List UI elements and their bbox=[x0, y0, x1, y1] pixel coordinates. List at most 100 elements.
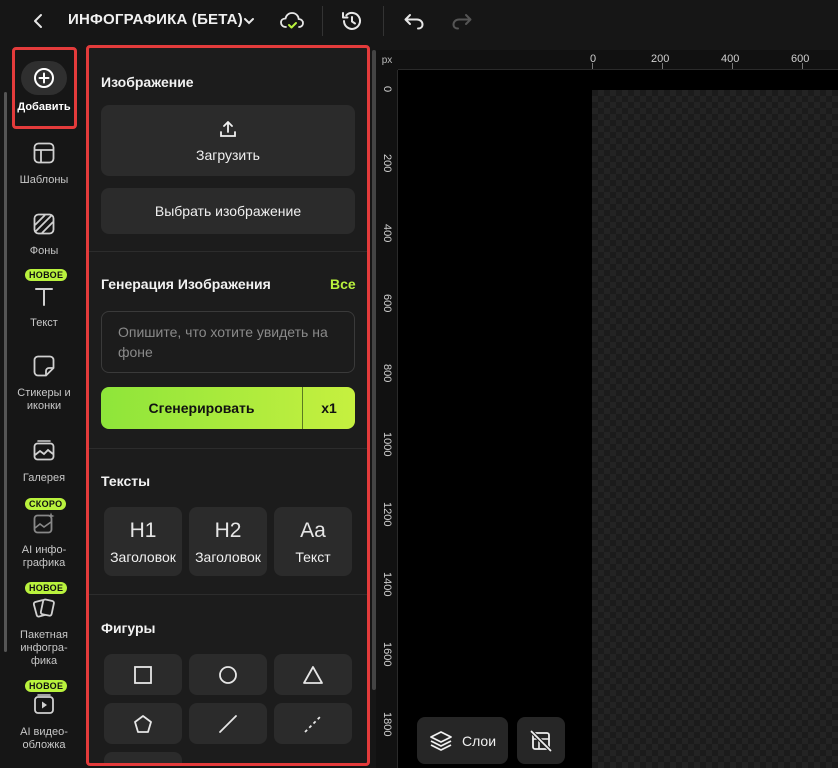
history-icon bbox=[342, 11, 361, 30]
shape-triangle-button[interactable] bbox=[274, 654, 352, 695]
batch-cards-icon bbox=[29, 593, 59, 623]
ruler-label: 400 bbox=[381, 224, 393, 243]
redo-button[interactable] bbox=[448, 9, 476, 33]
cloud-save-button[interactable] bbox=[278, 8, 306, 34]
pentagon-icon bbox=[134, 714, 152, 733]
pattern-icon bbox=[29, 209, 59, 239]
sidebar-item-templates[interactable]: Шаблоны bbox=[12, 138, 76, 187]
upload-label: Загрузить bbox=[196, 146, 260, 163]
ruler-tick bbox=[662, 63, 663, 69]
undo-icon bbox=[404, 14, 424, 30]
ruler-label: 600 bbox=[381, 294, 393, 313]
sidebar-item-label: Галерея bbox=[22, 472, 66, 484]
prompt-placeholder: Опишите, что хотите увидеть на фоне bbox=[118, 324, 328, 360]
document-title[interactable]: ИНФОГРАФИКА (БЕТА) bbox=[68, 11, 243, 28]
shape-line-button[interactable] bbox=[189, 703, 267, 744]
generate-count-selector[interactable]: x1 bbox=[303, 387, 355, 429]
ruler-tick bbox=[802, 63, 803, 69]
choose-image-button[interactable]: Выбрать изображение bbox=[101, 188, 355, 234]
sidebar-item-label: Стикеры и иконки bbox=[17, 387, 71, 412]
text-preset-label: Заголовок bbox=[195, 548, 261, 565]
layers-button[interactable]: Слои bbox=[417, 717, 508, 764]
section-title-generation: Генерация Изображения bbox=[101, 276, 271, 292]
layout-template-icon bbox=[29, 138, 59, 168]
section-divider bbox=[89, 448, 367, 449]
sidebar-item-label: Пакетная инфогра-фика bbox=[20, 629, 68, 667]
vertical-ruler: 0 200 400 600 800 1000 1200 1400 1600 18… bbox=[376, 70, 398, 768]
sticker-icon bbox=[29, 351, 59, 381]
chevron-left-icon bbox=[34, 14, 42, 28]
all-link[interactable]: Все bbox=[330, 276, 356, 292]
shape-dashed-line-button[interactable] bbox=[274, 703, 352, 744]
sidebar-item-text[interactable]: Текст bbox=[12, 281, 76, 330]
h1-glyph: H1 bbox=[129, 518, 157, 542]
sidebar-item-label: AI инфо-графика bbox=[21, 544, 67, 569]
canvas-area[interactable]: px 0 200 400 600 0 200 400 600 800 1000 … bbox=[376, 50, 838, 768]
ruler-unit: px bbox=[376, 50, 398, 70]
toolbar-divider bbox=[383, 6, 384, 36]
history-button[interactable] bbox=[338, 8, 366, 34]
section-title-shapes: Фигуры bbox=[101, 620, 156, 636]
text-preset-label: Текст bbox=[295, 548, 331, 565]
sidebar-item-label: Текст bbox=[30, 317, 58, 329]
ruler-label: 200 bbox=[651, 53, 670, 65]
horizontal-ruler: 0 200 400 600 bbox=[398, 50, 838, 70]
section-divider bbox=[89, 251, 367, 252]
sidebar-item-backgrounds[interactable]: Фоны bbox=[12, 209, 76, 258]
circle-icon bbox=[219, 665, 237, 684]
sidebar-item-label: Фоны bbox=[29, 245, 59, 257]
text-icon bbox=[29, 281, 59, 311]
title-dropdown-button[interactable] bbox=[240, 12, 258, 30]
section-title-image: Изображение bbox=[101, 74, 194, 90]
sidebar-scrollbar[interactable] bbox=[4, 92, 7, 652]
gallery-icon bbox=[29, 436, 59, 466]
undo-button[interactable] bbox=[400, 9, 428, 33]
text-preset-label: Заголовок bbox=[110, 548, 176, 565]
ruler-label: 800 bbox=[381, 364, 393, 383]
generate-label[interactable]: Сгенерировать bbox=[101, 387, 303, 429]
ruler-label: 1200 bbox=[381, 502, 393, 527]
back-button[interactable] bbox=[26, 10, 50, 32]
shape-circle-button[interactable] bbox=[189, 654, 267, 695]
sidebar-item-ai-infographics[interactable]: AI инфо-графика bbox=[12, 508, 76, 570]
redo-icon bbox=[452, 14, 472, 30]
ruler-label: 0 bbox=[381, 86, 393, 93]
layers-icon bbox=[430, 730, 452, 751]
text-preset-heading-1[interactable]: H1 Заголовок bbox=[104, 507, 182, 576]
sidebar-item-batch-infographics[interactable]: Пакетная инфогра-фика bbox=[12, 593, 76, 668]
ruler-label: 1000 bbox=[381, 432, 393, 457]
choose-image-label: Выбрать изображение bbox=[154, 203, 302, 219]
chevron-down-icon bbox=[244, 18, 254, 25]
aa-glyph: Aa bbox=[300, 518, 326, 542]
ai-image-icon bbox=[29, 508, 59, 538]
text-preset-heading-2[interactable]: H2 Заголовок bbox=[189, 507, 267, 576]
shape-pentagon-button[interactable] bbox=[104, 703, 182, 744]
line-icon bbox=[219, 714, 237, 733]
sidebar-item-stickers[interactable]: Стикеры и иконки bbox=[12, 351, 76, 413]
artboard[interactable] bbox=[592, 90, 838, 768]
shape-more-button[interactable] bbox=[104, 752, 182, 763]
generate-button[interactable]: Сгенерировать x1 bbox=[101, 387, 355, 429]
upload-button[interactable]: Загрузить bbox=[101, 105, 355, 176]
sidebar-item-gallery[interactable]: Галерея bbox=[12, 436, 76, 485]
new-badge: НОВОЕ bbox=[25, 269, 68, 281]
prompt-input[interactable]: Опишите, что хотите увидеть на фоне bbox=[101, 311, 355, 373]
ruler-tick bbox=[592, 63, 593, 69]
ruler-label: 1600 bbox=[381, 642, 393, 667]
ruler-label: 1400 bbox=[381, 572, 393, 597]
add-highlight-frame bbox=[12, 47, 77, 129]
toolbar-divider bbox=[322, 6, 323, 36]
sidebar-item-ai-video-cover[interactable]: AI видео-обложка bbox=[12, 690, 76, 752]
section-divider bbox=[89, 594, 367, 595]
sidebar-item-label: AI видео-обложка bbox=[20, 726, 68, 751]
sidebar-item-label: Шаблоны bbox=[19, 174, 69, 186]
layers-label: Слои bbox=[461, 732, 497, 749]
cloud-check-icon bbox=[280, 12, 304, 29]
ruler-label: 0 bbox=[590, 53, 597, 65]
video-cover-icon bbox=[29, 690, 59, 720]
shape-square-button[interactable] bbox=[104, 654, 182, 695]
text-preset-body[interactable]: Aa Текст bbox=[274, 507, 352, 576]
layout-toggle-button[interactable] bbox=[517, 717, 565, 764]
ruler-tick bbox=[732, 63, 733, 69]
square-icon bbox=[134, 665, 152, 684]
